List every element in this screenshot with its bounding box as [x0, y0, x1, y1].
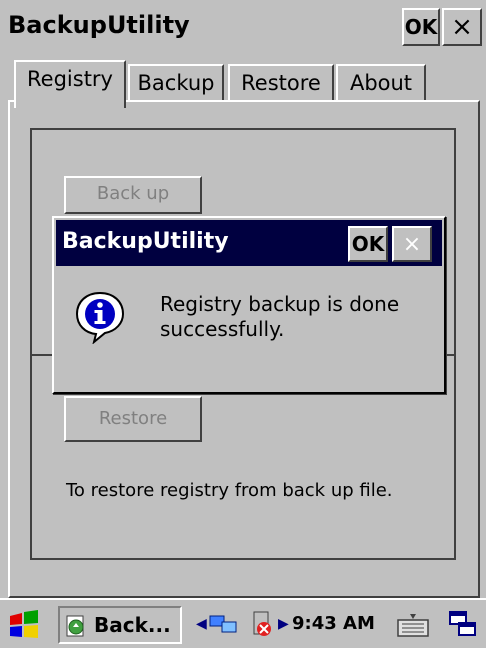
tab-restore[interactable]: Restore [228, 64, 334, 102]
network-icon[interactable] [208, 612, 238, 636]
close-button[interactable]: × [442, 8, 482, 46]
system-tray: ◀ ▶ 9:43 AM [188, 606, 388, 644]
start-icon[interactable] [6, 608, 42, 642]
dialog-title-bar: BackupUtility OK × [56, 220, 442, 266]
keyboard-icon[interactable] [396, 610, 430, 640]
ok-button[interactable]: OK [402, 8, 440, 46]
tray-left-arrow-icon[interactable]: ◀ [196, 616, 207, 632]
windows-icon[interactable] [448, 610, 478, 638]
dialog-title: BackupUtility [62, 229, 229, 254]
taskbar-item-label: Back... [94, 613, 171, 637]
backup-app-icon [66, 615, 84, 637]
tab-about[interactable]: About [336, 64, 426, 102]
battery-icon[interactable] [250, 610, 274, 638]
window-title: BackupUtility [8, 11, 190, 39]
dialog-message: Registry backup is done successfully. [160, 292, 400, 341]
back-up-button[interactable]: Back up [64, 176, 202, 214]
title-bar: BackupUtility OK × [0, 0, 486, 54]
restore-description: To restore registry from back up file. [66, 480, 393, 501]
dialog-ok-button[interactable]: OK [348, 226, 388, 262]
clock[interactable]: 9:43 AM [292, 613, 375, 634]
tray-right-arrow-icon[interactable]: ▶ [278, 616, 289, 632]
tab-backup[interactable]: Backup [128, 64, 224, 102]
info-icon [75, 291, 125, 344]
dialog-close-button[interactable]: × [392, 226, 432, 262]
message-dialog: BackupUtility OK × Registry backup is do… [52, 216, 446, 394]
tab-registry[interactable]: Registry [14, 60, 126, 108]
taskbar: Back... ◀ ▶ 9:43 AM [0, 598, 486, 648]
taskbar-item-backup[interactable]: Back... [58, 606, 182, 644]
restore-button[interactable]: Restore [64, 396, 202, 442]
